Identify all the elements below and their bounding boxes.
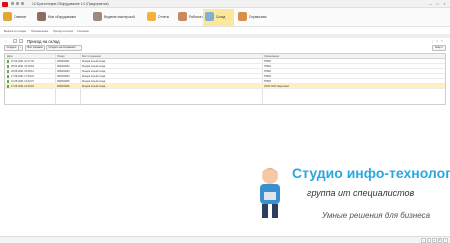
favorite-star-icon[interactable]: ☆ [4,39,7,44]
cell-number: 000000004 [57,75,70,78]
cell-date: 27.04.2021 10:17:34 [11,60,34,63]
subnav-issue[interactable]: Выдача со склада [4,30,26,33]
cell-storage: Резерв пятый склад [82,80,106,83]
warehouse-icon [205,12,214,21]
app-logo-icon [2,1,8,7]
cell-number: 000000002 [57,65,70,68]
cell-storage: Резерв пятый склад [82,70,106,73]
document-icon [7,65,10,68]
section-main[interactable]: Главное [3,9,33,26]
workplace-icon [178,12,187,21]
cell-number: 000000005 [57,80,70,83]
cell-storage: Резерв пятый склад [82,60,106,63]
back-nav-button[interactable]: ‹ [13,39,17,43]
document-icon [7,80,10,83]
section-label: Справочник [249,15,267,19]
cell-number: 000000003 [57,70,70,73]
status-bar: ‹ › ≡ ⟳ i [0,236,450,243]
column-organization[interactable]: Организация [264,55,279,58]
reports-icon [147,12,156,21]
maximize-button[interactable]: □ [435,2,440,7]
form-title: Приход на склад [27,38,60,44]
create-based-on-button[interactable]: Создать на основании [46,45,82,51]
table-row-selected[interactable]: 17.06.2021 12:43:18 000000006 Резерв пят… [5,84,445,89]
section-label: Мое оборудование [48,15,77,19]
cell-organization: ООО ООО Энергомет [264,85,290,88]
subnav-receipt[interactable]: Приход на склад [53,30,73,33]
more-button[interactable]: Еще ▾ [432,45,446,51]
brand-tagline: Умные решения для бизнеса [322,211,431,220]
window-title: 1С:Бухгалтерия-Оборудование 1.0 (Предпри… [32,2,109,6]
cell-date: 28.04.2021 10:18:18 [11,65,34,68]
cell-date: 03.05.2021 15:38:12 [11,70,34,73]
section-reference[interactable]: Справочник [238,9,282,26]
document-icon [7,60,10,63]
section-label: Склад [216,15,226,19]
menu-icon[interactable] [11,2,14,5]
subnav-writeoff[interactable]: Списание [77,30,89,33]
cell-organization: НПКИ [264,75,271,78]
cell-number: 000000006 [57,85,70,88]
back-icon[interactable] [21,2,24,5]
create-button[interactable]: Создать [4,45,19,51]
open-windows-bar [0,34,450,38]
close-window-button[interactable]: × [442,2,447,7]
title-bar: 1С:Бухгалтерия-Оборудование 1.0 (Предпри… [0,0,450,8]
form-menu-icon[interactable]: ⋮ [431,39,434,43]
cell-date: 17.05.2021 17:30:22 [11,75,34,78]
cell-storage: Резерв пятый склад [82,75,106,78]
column-date[interactable]: Дата [7,55,13,58]
document-icon [7,70,10,73]
cell-number: 000000001 [57,60,70,63]
form-expand-icon[interactable]: □ [436,39,438,43]
equipment-icon [37,12,46,21]
main-section-icon [3,12,12,21]
cell-date: 21.05.2021 12:32:07 [11,80,34,83]
home-icon[interactable] [16,2,19,5]
workshop-icon [93,12,102,21]
cell-date: 17.06.2021 12:43:18 [11,85,34,88]
brand-title: Студио инфо-технологии [292,165,450,181]
cell-storage: Резерв пятый склад [82,65,106,68]
history-back-button[interactable]: ‹ [421,238,426,243]
forward-nav-button[interactable]: › [19,39,23,43]
cell-storage: Резерв пятый склад [82,85,106,88]
section-my-equipment[interactable]: Мое оборудование [37,9,89,26]
cell-organization: НПКИ [264,65,271,68]
section-label: Ведение мастерской [104,15,135,19]
all-receipts-button[interactable]: Все приемки [25,45,46,51]
cell-organization: НПКИ [264,60,271,63]
refresh-button[interactable]: ⟳ [437,238,442,243]
minimize-button[interactable]: — [428,2,433,7]
column-storage[interactable]: Место хранения [82,55,101,58]
cell-organization: НПКИ [264,80,271,83]
section-workshop[interactable]: Ведение мастерской [93,9,143,26]
column-number[interactable]: Номер [57,55,65,58]
document-icon [7,75,10,78]
section-reports[interactable]: Отчеты [147,9,177,26]
document-icon [7,85,10,88]
history-forward-button[interactable]: › [426,238,431,243]
brand-subtitle: группа ит специалистов [307,188,415,198]
subnav-transfer[interactable]: Перемещение [31,30,48,33]
list-menu-button[interactable]: ≡ [432,238,437,243]
cell-organization: НПКИ [264,70,271,73]
command-bar: Создать ⌕ Все приемки Создать на основан… [4,45,446,52]
info-button[interactable]: i [443,238,448,243]
mascot-figure-icon [260,168,280,218]
section-warehouse[interactable]: Склад [203,9,234,26]
documents-table: Дата Номер Место хранения Организация 27… [4,53,446,106]
studio-brand-overlay: Студио инфо-технологии группа ит специал… [250,160,450,243]
form-close-icon[interactable]: × [441,39,443,43]
search-icon[interactable]: ⌕ [18,45,23,51]
section-label: Главное [14,15,27,19]
reference-icon [238,12,247,21]
sections-panel: Главное Мое оборудование Ведение мастерс… [0,8,450,27]
section-label: Отчеты [158,15,170,19]
